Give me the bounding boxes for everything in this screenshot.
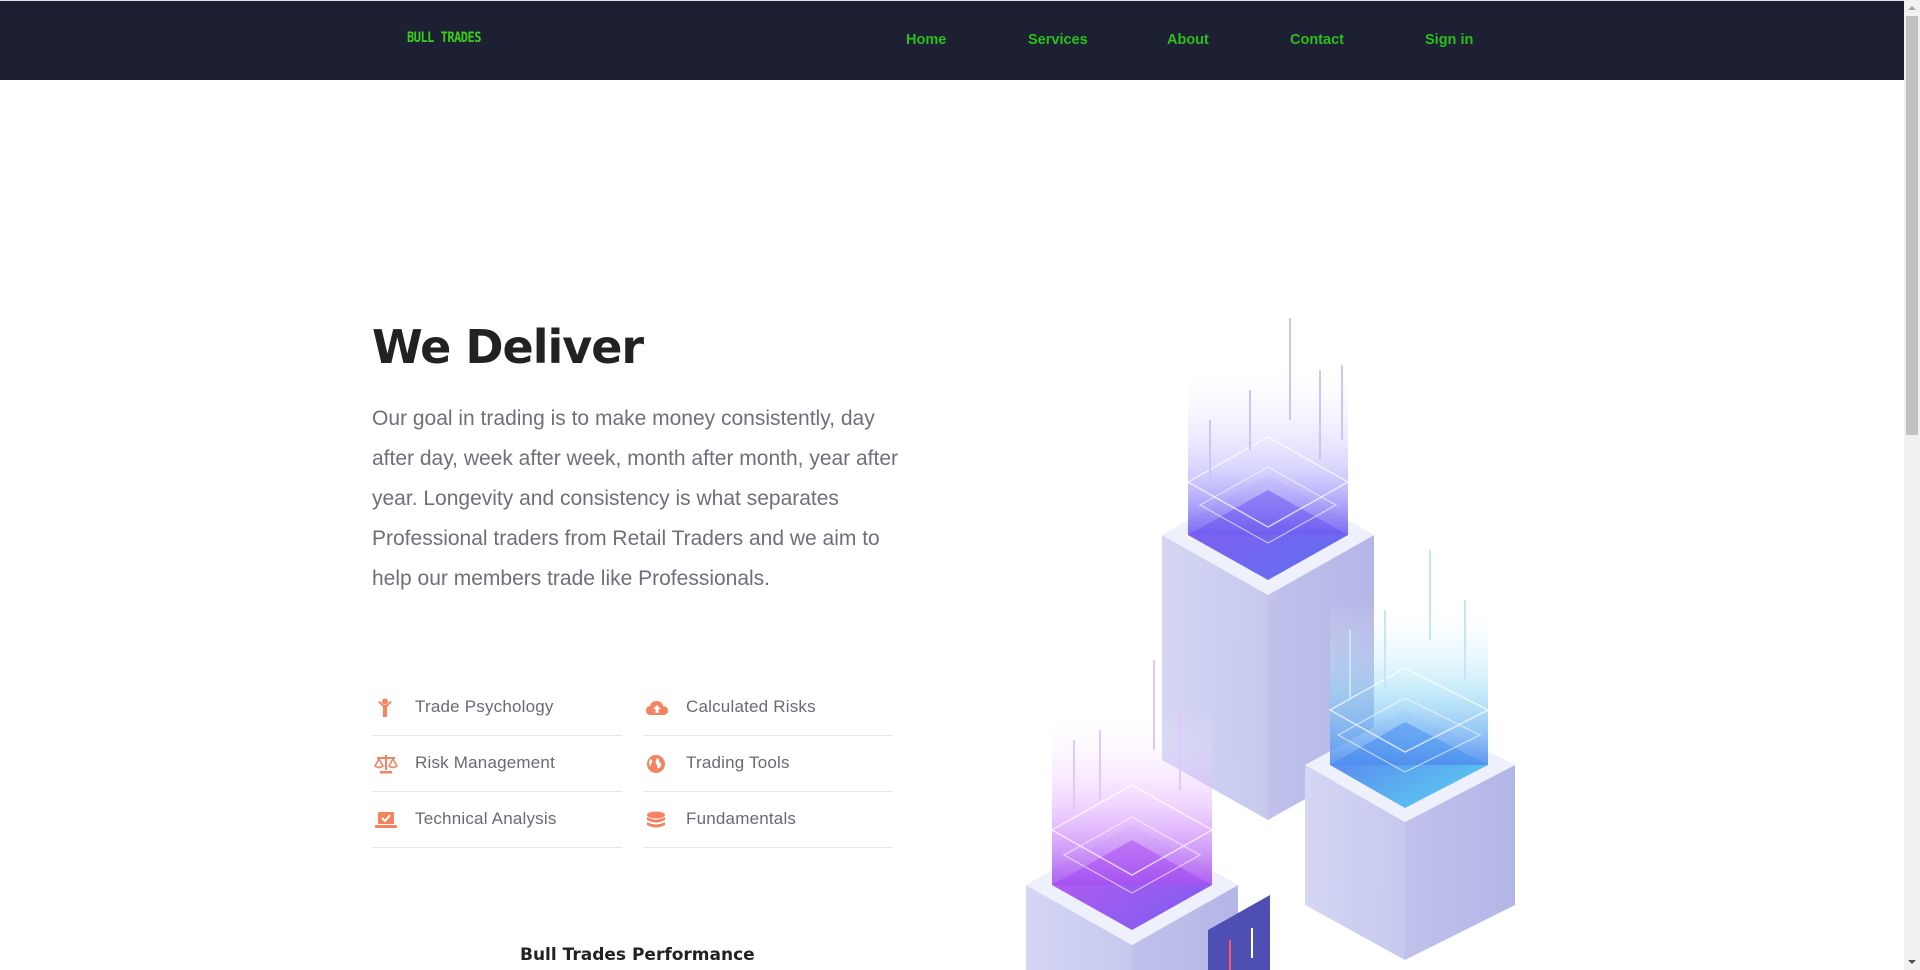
brand-logo[interactable]: BULL TRADES (407, 29, 481, 46)
feature-item-trade-psychology: Trade Psychology (372, 680, 622, 736)
person-icon (374, 698, 396, 718)
isometric-pillars-illustration (1026, 318, 1515, 970)
feature-label: Fundamentals (686, 809, 797, 828)
feature-label: Risk Management (415, 753, 556, 772)
feature-item-calculated-risks: Calculated Risks (643, 680, 893, 736)
feature-item-trading-tools: Trading Tools (643, 736, 893, 792)
feature-label: Technical Analysis (415, 809, 557, 828)
feature-label: Trade Psychology (415, 697, 554, 716)
hero-description: Our goal in trading is to make money con… (372, 407, 899, 590)
page: BULL TRADES Home Services About Contact … (0, 0, 1920, 970)
hero-title: We Deliver (372, 320, 644, 374)
globe-icon (645, 754, 667, 774)
nav-contact-link[interactable]: Contact (1290, 32, 1344, 48)
nav-home-link[interactable]: Home (906, 32, 946, 48)
nav-about-link[interactable]: About (1167, 32, 1209, 48)
feature-label: Trading Tools (686, 753, 790, 772)
nav-services-link[interactable]: Services (1028, 32, 1088, 48)
top-navbar: BULL TRADES Home Services About Contact … (0, 0, 1904, 80)
scroll-up-arrow-icon[interactable] (1904, 0, 1920, 16)
database-icon (645, 810, 667, 830)
performance-heading: Bull Trades Performance (520, 945, 755, 965)
feature-item-technical-analysis: Technical Analysis (372, 792, 622, 848)
scale-icon (373, 754, 399, 774)
scrollbar-thumb[interactable] (1906, 16, 1918, 435)
laptop-check-icon (374, 810, 397, 830)
scroll-down-arrow-icon[interactable] (1904, 954, 1920, 970)
cloud-upload-icon (645, 698, 668, 718)
feature-label: Calculated Risks (686, 697, 816, 716)
feature-item-risk-management: Risk Management (372, 736, 622, 792)
nav-signin-link[interactable]: Sign in (1425, 32, 1473, 48)
feature-item-fundamentals: Fundamentals (643, 792, 893, 848)
